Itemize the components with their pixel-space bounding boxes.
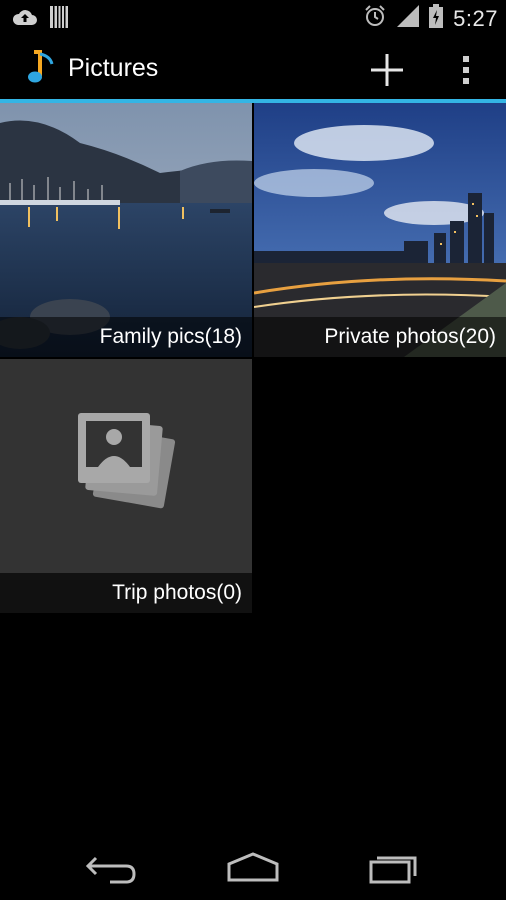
back-icon[interactable] (82, 848, 142, 888)
recents-icon[interactable] (363, 848, 423, 888)
overflow-menu-icon[interactable] (452, 48, 480, 92)
navigation-bar (0, 836, 506, 900)
album-tile-family-pics[interactable]: Family pics(18) (0, 103, 252, 357)
album-tile-private-photos[interactable]: Private photos(20) (254, 103, 506, 357)
album-label: Family pics(18) (0, 317, 252, 357)
home-icon[interactable] (223, 848, 283, 888)
status-bar: 5:27 (0, 0, 506, 36)
album-label: Private photos(20) (254, 317, 506, 357)
action-bar: Pictures (0, 36, 506, 100)
cloud-upload-icon (12, 7, 38, 32)
screen: 5:27 Pictures Family pics(18) Private ph… (0, 0, 506, 900)
alarm-icon (363, 4, 387, 33)
signal-icon (397, 5, 420, 32)
page-title: Pictures (68, 54, 159, 82)
add-button[interactable] (364, 48, 410, 92)
album-tile-trip-photos[interactable]: Trip photos(0) (0, 359, 252, 613)
battery-icon (429, 4, 444, 33)
album-label: Trip photos(0) (0, 573, 252, 613)
music-note-icon[interactable] (26, 50, 58, 86)
clock: 5:27 (453, 5, 498, 31)
barcode-icon (50, 6, 68, 33)
